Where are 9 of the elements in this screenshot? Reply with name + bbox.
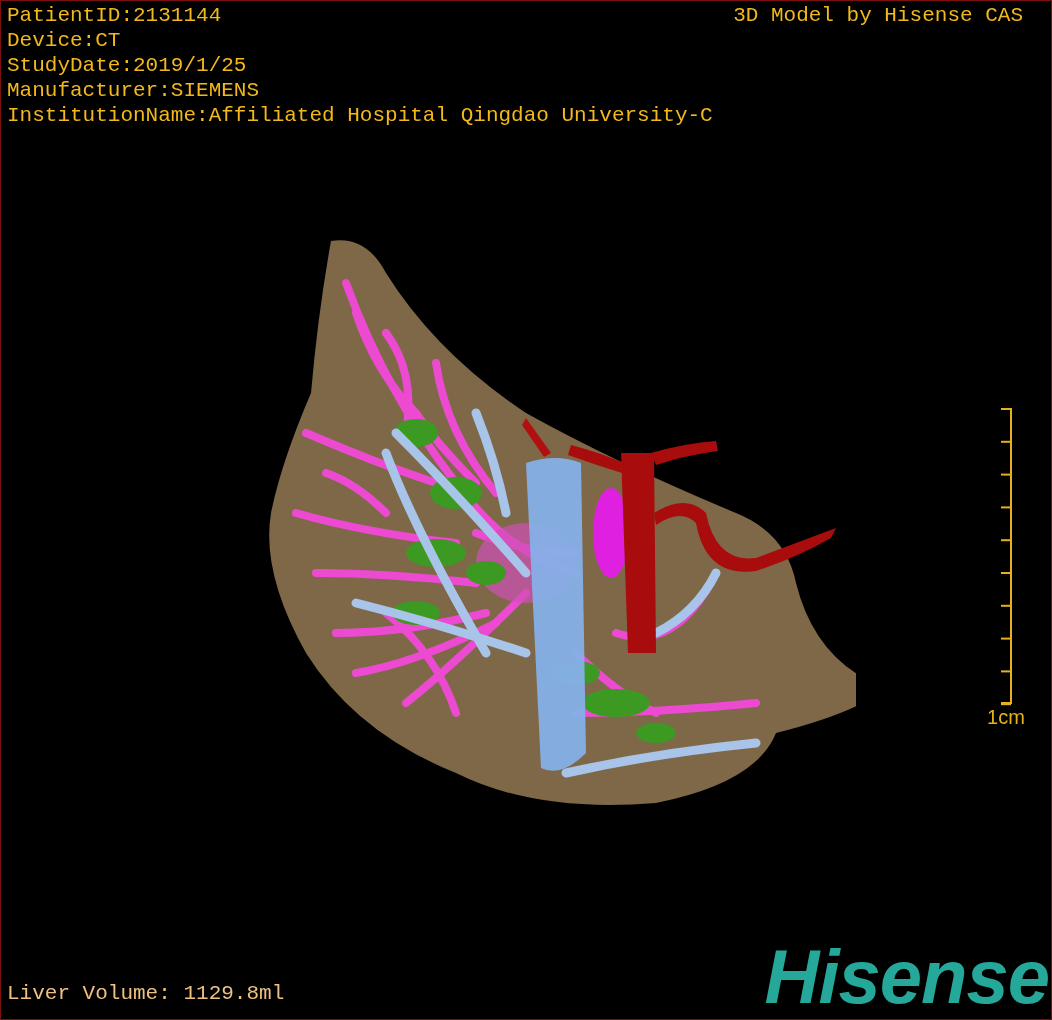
study-info-text: StudyDate:2019/1/25 [7, 53, 248, 78]
scale-label: 1cm [987, 706, 1025, 729]
study-info-text: InstitutionName:Affiliated Hospital Qingdao University-C [7, 103, 713, 128]
study-info-text: PatientID:2131144 [7, 3, 223, 28]
liver-volume-text: Liver Volume: 1129.8ml [7, 982, 285, 1007]
credit-text: 3D Model by Hisense CAS [733, 3, 1023, 28]
brand-logo: Hisense [764, 937, 1050, 1017]
study-info-text: Manufacturer:SIEMENS [7, 78, 261, 103]
study-info-text: Device:CT [7, 28, 122, 53]
